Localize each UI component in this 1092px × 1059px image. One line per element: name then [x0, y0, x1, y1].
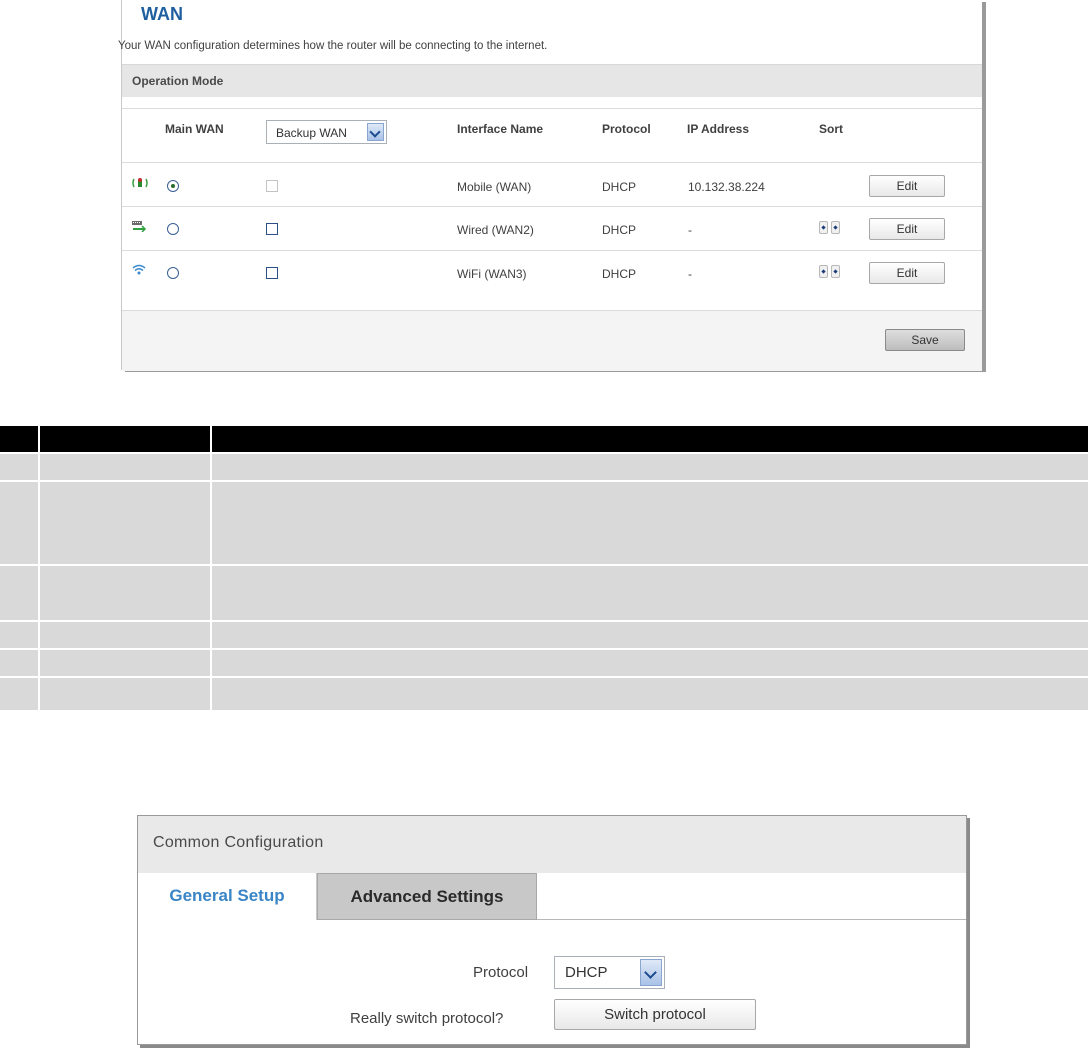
ip-address-value: 10.132.38.224: [688, 180, 765, 194]
sort-down-button-wifi[interactable]: [831, 265, 840, 278]
panel-footer: Save: [122, 310, 982, 371]
interface-name: Mobile (WAN): [457, 180, 532, 194]
backup-wan-select[interactable]: Backup WAN: [266, 120, 387, 144]
ip-address-value: -: [688, 267, 692, 281]
backup-wan-checkbox-wired[interactable]: [266, 223, 278, 235]
table-row: [0, 482, 1088, 564]
backup-wan-checkbox-mobile[interactable]: [266, 180, 278, 192]
protocol-value: DHCP: [602, 267, 637, 281]
table-row: [0, 650, 1088, 676]
table-row: [0, 678, 1088, 710]
divider: [122, 250, 982, 251]
protocol-value: DHCP: [602, 180, 637, 194]
header-protocol: Protocol: [602, 122, 651, 136]
ip-address-value: -: [688, 223, 692, 237]
page-title: WAN: [141, 4, 183, 24]
chevron-down-icon[interactable]: [367, 123, 384, 141]
switch-protocol-label: Really switch protocol?: [350, 1010, 504, 1027]
wifi-icon: [132, 264, 146, 275]
table-row: [0, 566, 1088, 620]
tab-general-setup[interactable]: General Setup: [138, 873, 317, 920]
header-interface-name: Interface Name: [457, 122, 544, 136]
common-configuration-panel: Common Configuration General Setup Advan…: [137, 815, 967, 1045]
chevron-down-icon[interactable]: [640, 959, 662, 986]
divider: [537, 919, 966, 920]
section-title: Operation Mode: [132, 74, 224, 88]
table-header-row: [0, 426, 1088, 452]
panel-title: Common Configuration: [153, 834, 324, 851]
backup-wan-select-value: Backup WAN: [276, 126, 347, 140]
main-wan-radio-wifi[interactable]: [167, 267, 179, 279]
edit-button-wired[interactable]: Edit: [869, 218, 945, 240]
table-row: [0, 622, 1088, 648]
save-button[interactable]: Save: [885, 329, 965, 351]
sort-up-button-wifi[interactable]: [819, 265, 828, 278]
section-header: Operation Mode: [122, 64, 982, 97]
protocol-value: DHCP: [602, 223, 637, 237]
edit-button-mobile[interactable]: Edit: [869, 175, 945, 197]
edit-button-wifi[interactable]: Edit: [869, 262, 945, 284]
header-main-wan: Main WAN: [165, 122, 224, 136]
wired-ethernet-icon: [132, 221, 147, 232]
header-sort: Sort: [819, 122, 843, 136]
divider: [122, 206, 982, 207]
header-ip-address: IP Address: [687, 122, 750, 136]
interface-name: Wired (WAN2): [457, 223, 534, 237]
divider: [122, 162, 982, 163]
protocol-select-value: DHCP: [565, 964, 608, 981]
main-wan-radio-mobile[interactable]: [167, 180, 179, 192]
protocol-select[interactable]: DHCP: [554, 956, 665, 989]
divider: [122, 108, 982, 109]
interface-name: WiFi (WAN3): [457, 267, 527, 281]
panel-header: Common Configuration: [138, 816, 966, 873]
sort-down-button-wired[interactable]: [831, 221, 840, 234]
mobile-signal-icon: [132, 178, 148, 188]
tab-advanced-settings[interactable]: Advanced Settings: [317, 873, 537, 920]
sort-up-button-wired[interactable]: [819, 221, 828, 234]
protocol-label: Protocol: [473, 964, 529, 981]
switch-protocol-button[interactable]: Switch protocol: [554, 999, 756, 1030]
wan-description: Your WAN configuration determines how th…: [118, 40, 548, 52]
backup-wan-checkbox-wifi[interactable]: [266, 267, 278, 279]
main-wan-radio-wired[interactable]: [167, 223, 179, 235]
wan-panel: WAN Your WAN configuration determines ho…: [118, 0, 982, 371]
table-row: [0, 454, 1088, 480]
